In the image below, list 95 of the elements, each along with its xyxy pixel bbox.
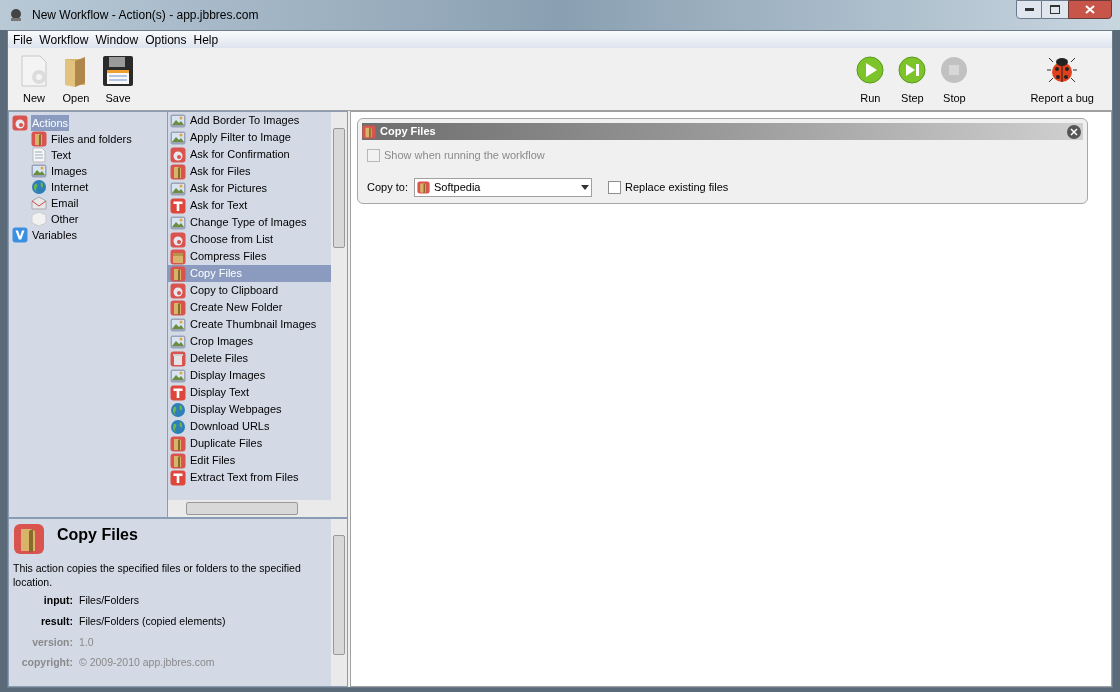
action-item[interactable]: Display Webpages xyxy=(168,401,331,418)
folder-icon xyxy=(170,435,186,452)
trash-icon xyxy=(170,350,186,367)
field-value: Files/Folders (copied elements) xyxy=(79,613,227,629)
globe-icon xyxy=(170,418,186,435)
action-item[interactable]: Display Text xyxy=(168,384,331,401)
action-item[interactable]: Copy to Clipboard xyxy=(168,282,331,299)
action-item[interactable]: Ask for Confirmation xyxy=(168,146,331,163)
play-icon xyxy=(856,55,885,84)
toolbar-button[interactable]: New xyxy=(18,54,50,106)
field-value: © 2009-2010 app.jbbres.com xyxy=(79,655,216,671)
action-item[interactable]: Edit Files xyxy=(168,452,331,469)
horizontal-scrollbar[interactable] xyxy=(168,500,347,517)
vertical-scrollbar[interactable] xyxy=(331,112,347,500)
action-item[interactable]: Extract Text from Files xyxy=(168,469,331,486)
folder-icon xyxy=(170,163,186,180)
picture-icon xyxy=(31,163,47,179)
checkbox-label: Replace existing files xyxy=(624,179,729,195)
action-item[interactable]: Download URLs xyxy=(168,418,331,435)
field-label: version: xyxy=(31,634,73,650)
app-icon xyxy=(8,7,24,23)
menu-item[interactable]: Window xyxy=(92,30,142,49)
tree-item[interactable]: Files and folders xyxy=(12,131,167,147)
globe-icon xyxy=(170,401,186,418)
field-label: input: xyxy=(42,593,73,608)
folder-dropdown[interactable]: Softpedia xyxy=(413,177,592,197)
step-forward-icon xyxy=(898,55,927,84)
field-label: result: xyxy=(39,613,73,629)
close-button[interactable] xyxy=(1068,0,1112,19)
card-title: Copy Files xyxy=(380,124,436,140)
toolbar-button[interactable]: Run xyxy=(854,55,887,106)
action-item[interactable]: Create Thumbnail Images xyxy=(168,316,331,333)
box-icon xyxy=(170,248,186,265)
tree-item[interactable]: Text xyxy=(12,147,167,163)
action-item[interactable]: Ask for Text xyxy=(168,197,331,214)
tree-item[interactable]: Images xyxy=(12,163,167,179)
close-icon xyxy=(1085,5,1095,14)
letter-t-icon xyxy=(170,469,186,486)
copy-to-label: Copy to: xyxy=(367,179,408,195)
maximize-button[interactable] xyxy=(1042,0,1068,19)
action-item[interactable]: Crop Images xyxy=(168,333,331,350)
folder-icon xyxy=(13,523,45,555)
action-item[interactable]: Compress Files xyxy=(168,248,331,265)
globe-icon xyxy=(31,179,47,195)
envelope-icon xyxy=(31,195,47,211)
action-item[interactable]: Change Type of Images xyxy=(168,214,331,231)
action-item[interactable]: Duplicate Files xyxy=(168,435,331,452)
close-button[interactable] xyxy=(1067,124,1081,139)
toolbar-button[interactable]: Open xyxy=(60,54,92,106)
menu-item[interactable]: Help xyxy=(190,30,222,49)
field-value: 1.0 xyxy=(79,634,95,650)
description-title: Copy Files xyxy=(57,525,138,545)
folder-icon xyxy=(416,180,430,194)
toolbar-button[interactable]: Report a bug xyxy=(1030,53,1094,106)
checkbox-label: Show when running the workflow xyxy=(384,148,545,163)
description-text: This action copies the specified files or folders to the specified location. xyxy=(13,561,302,589)
folder-icon xyxy=(170,452,186,469)
minimize-button[interactable] xyxy=(1016,0,1042,19)
action-item[interactable]: Delete Files xyxy=(168,350,331,367)
folder-icon xyxy=(362,124,376,139)
tree-item[interactable]: Internet xyxy=(12,179,167,195)
maximize-icon xyxy=(1050,5,1060,14)
close-icon xyxy=(1070,127,1078,136)
tree-item[interactable]: Email xyxy=(12,195,167,211)
letter-t-icon xyxy=(170,197,186,214)
folder-icon xyxy=(31,131,47,147)
menu-item[interactable]: Workflow xyxy=(36,30,92,49)
folder-icon xyxy=(170,299,186,316)
action-item[interactable]: Add Border To Images xyxy=(168,112,331,129)
action-item[interactable]: Ask for Pictures xyxy=(168,180,331,197)
field-value: Files/Folders xyxy=(79,593,141,608)
minimize-icon xyxy=(1024,8,1034,11)
tree-item[interactable]: Other xyxy=(12,211,167,227)
toolbar-button[interactable]: Step xyxy=(896,55,929,106)
vertical-scrollbar[interactable] xyxy=(331,519,347,686)
checkbox[interactable] xyxy=(607,180,621,194)
action-item[interactable]: Apply Filter to Image xyxy=(168,129,331,146)
menu-item[interactable]: File xyxy=(10,30,36,49)
folder-icon xyxy=(170,265,186,282)
stop-icon xyxy=(940,55,969,84)
action-item[interactable]: Ask for Files xyxy=(168,163,331,180)
cube-icon xyxy=(31,211,47,227)
menu-item[interactable]: Options xyxy=(142,30,190,49)
action-item[interactable]: Choose from List xyxy=(168,231,331,248)
field-label: copyright: xyxy=(20,655,73,671)
caret-icon xyxy=(580,184,589,190)
document-icon xyxy=(20,54,48,87)
document-icon xyxy=(31,147,47,163)
action-item[interactable]: Create New Folder xyxy=(168,299,331,316)
tree-item[interactable]: Variables xyxy=(12,227,167,243)
action-item[interactable]: Display Images xyxy=(168,367,331,384)
letter-t-icon xyxy=(170,384,186,401)
letter-v-icon xyxy=(12,227,28,243)
window-title: New Workflow - Action(s) - app.jbbres.com xyxy=(32,7,259,24)
toolbar-button[interactable]: Save xyxy=(102,54,134,106)
